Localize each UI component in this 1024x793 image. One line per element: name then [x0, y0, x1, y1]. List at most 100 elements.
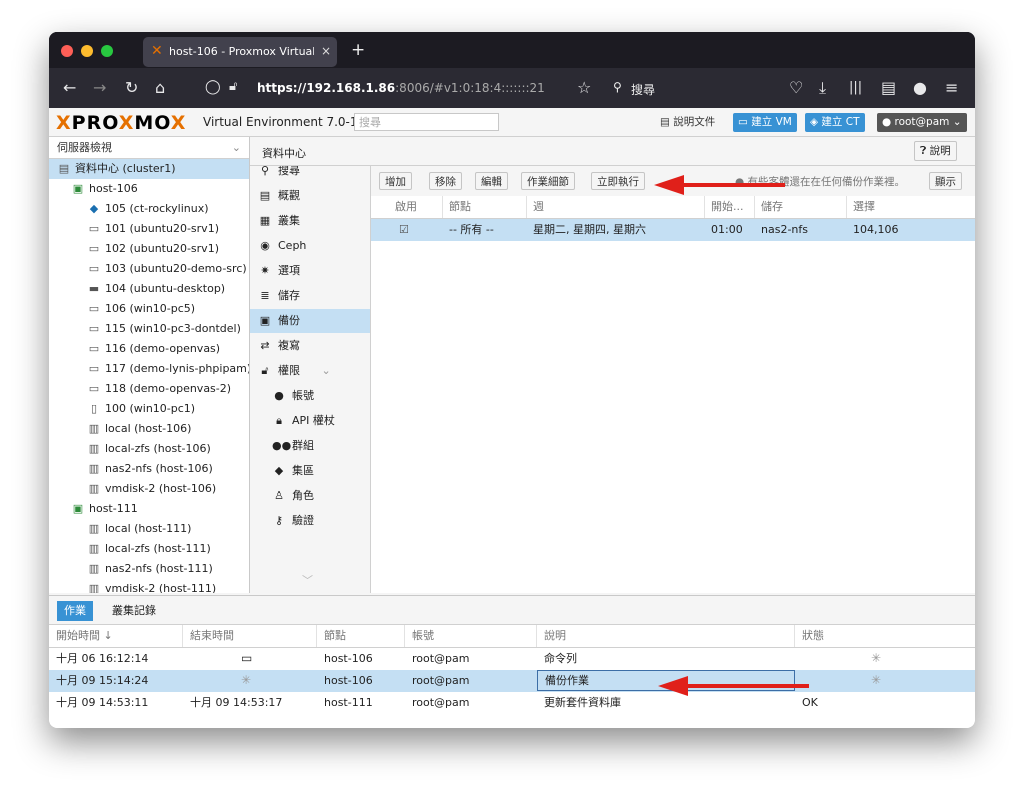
- tree-item[interactable]: ▭ 118 (demo-openvas-2): [49, 379, 249, 399]
- tree-item[interactable]: ▭ 115 (win10-pc3-dontdel): [49, 319, 249, 339]
- remove-button[interactable]: 移除: [429, 172, 462, 190]
- shield-icon[interactable]: ◯: [205, 79, 221, 95]
- row-selection: 104,106: [853, 223, 899, 236]
- col-node[interactable]: 節點: [443, 196, 527, 218]
- table-row[interactable]: ☑ -- 所有 -- 星期二, 星期四, 星期六 01:00 nas2-nfs …: [371, 219, 975, 241]
- bookmark-star-icon[interactable]: ☆: [577, 78, 591, 97]
- enabled-checkbox[interactable]: ☑: [393, 219, 409, 241]
- back-icon[interactable]: ←: [63, 78, 76, 97]
- nav-item[interactable]: 🔓︎ 權限 ⌄: [250, 359, 370, 383]
- tree-item[interactable]: ▣ host-106: [49, 179, 249, 199]
- account-icon[interactable]: ●: [913, 78, 927, 97]
- user-menu-button[interactable]: ● root@pam ⌄: [877, 113, 967, 132]
- run-now-button[interactable]: 立即執行: [591, 172, 645, 190]
- col-status[interactable]: 狀態: [795, 625, 975, 647]
- col-user[interactable]: 帳號: [405, 625, 537, 647]
- task-row[interactable]: 十月 09 15:14:24 ✳ host-106 root@pam 備份作業 ✳: [49, 670, 975, 692]
- col-enabled[interactable]: 啟用: [371, 196, 443, 218]
- tree-item[interactable]: ▣ host-111: [49, 499, 249, 519]
- tree-item[interactable]: ▥ vmdisk-2 (host-111): [49, 579, 249, 593]
- tree-item[interactable]: ▯ 100 (win10-pc1): [49, 399, 249, 419]
- tree-item[interactable]: ▥ local (host-111): [49, 519, 249, 539]
- node-icon: ▣: [72, 502, 84, 515]
- col-selection[interactable]: 選擇: [847, 196, 975, 218]
- reload-icon[interactable]: ↻: [125, 78, 138, 97]
- nav-item[interactable]: ≣ 儲存: [250, 284, 370, 308]
- url-bar[interactable]: ◯ 🔓︎ https://192.168.1.86:8006/#v1:0:18:…: [199, 74, 589, 102]
- nav-item[interactable]: ▣ 備份: [250, 309, 370, 333]
- tree-item[interactable]: ▥ nas2-nfs (host-106): [49, 459, 249, 479]
- tree-item[interactable]: ◆ 105 (ct-rockylinux): [49, 199, 249, 219]
- browser-search-box[interactable]: ⚲ 搜尋: [605, 74, 775, 102]
- col-description[interactable]: 說明: [537, 625, 795, 647]
- chevron-down-icon[interactable]: ⌄: [318, 364, 330, 377]
- scroll-down-icon[interactable]: ﹀: [302, 572, 313, 588]
- tree-item[interactable]: ▥ nas2-nfs (host-111): [49, 559, 249, 579]
- nav-item[interactable]: ● 帳號: [250, 384, 370, 408]
- tree-item[interactable]: ▭ 106 (win10-pc5): [49, 299, 249, 319]
- tree-item[interactable]: ▥ local (host-106): [49, 419, 249, 439]
- col-node[interactable]: 節點: [317, 625, 405, 647]
- nav-item[interactable]: ✷ 選項: [250, 259, 370, 283]
- add-button[interactable]: 增加: [379, 172, 412, 190]
- spinner-icon: ✳: [871, 651, 882, 665]
- nav-item[interactable]: ◆ 集區: [250, 459, 370, 483]
- nav-item[interactable]: ▦ 叢集: [250, 209, 370, 233]
- tree-item[interactable]: ▭ 117 (demo-lynis-phpipam): [49, 359, 249, 379]
- download-icon[interactable]: ⤓: [819, 78, 826, 98]
- view-selector[interactable]: 伺服器檢視 ⌄: [49, 137, 249, 159]
- home-icon[interactable]: ⌂: [155, 78, 165, 97]
- col-storage[interactable]: 儲存: [755, 196, 847, 218]
- col-start[interactable]: 開始...: [705, 196, 755, 218]
- new-tab-button[interactable]: +: [351, 40, 365, 60]
- browser-tab[interactable]: ✕ host-106 - Proxmox Virtual Envi ×: [143, 37, 337, 67]
- tree-item-label: 資料中心 (cluster1): [75, 162, 176, 175]
- library-icon[interactable]: |||: [849, 80, 862, 95]
- help-button[interactable]: ❓︎ 說明: [914, 141, 957, 161]
- forward-icon[interactable]: →: [93, 78, 106, 97]
- tree-item[interactable]: ▬ 104 (ubuntu-desktop): [49, 279, 249, 299]
- info-icon: ●: [735, 176, 748, 188]
- tree-item[interactable]: ▭ 102 (ubuntu20-srv1): [49, 239, 249, 259]
- pocket-icon[interactable]: ♡: [789, 78, 803, 97]
- tree-item[interactable]: ▥ vmdisk-2 (host-106): [49, 479, 249, 499]
- nav-item[interactable]: ▤ 概觀: [250, 184, 370, 208]
- close-window-button[interactable]: [61, 45, 73, 57]
- create-ct-button[interactable]: ◈ 建立 CT: [805, 113, 865, 132]
- key-icon: ⚷: [274, 514, 284, 527]
- minimize-window-button[interactable]: [81, 45, 93, 57]
- tree-item[interactable]: ▤ 資料中心 (cluster1): [49, 159, 249, 179]
- tree-item[interactable]: ▭ 103 (ubuntu20-demo-src): [49, 259, 249, 279]
- tree-item[interactable]: ▭ 116 (demo-openvas): [49, 339, 249, 359]
- zoom-window-button[interactable]: [101, 45, 113, 57]
- col-schedule[interactable]: 週: [527, 196, 705, 218]
- tab-cluster-log[interactable]: 叢集記錄: [105, 601, 163, 621]
- task-row[interactable]: 十月 09 14:53:11 十月 09 14:53:17 host-111 root…: [49, 692, 975, 714]
- menu-icon[interactable]: ≡: [945, 78, 958, 97]
- tab-close-icon[interactable]: ×: [321, 44, 331, 58]
- docs-button[interactable]: ▤ 說明文件: [655, 113, 720, 132]
- nav-item[interactable]: ⇄ 複寫: [250, 334, 370, 358]
- url-text[interactable]: https://192.168.1.86:8006/#v1:0:18:4::::…: [257, 81, 545, 95]
- tree-item[interactable]: ▥ local-zfs (host-106): [49, 439, 249, 459]
- task-status: OK: [802, 696, 818, 709]
- task-row[interactable]: 十月 06 16:12:14 ▭ host-106 root@pam 命令列 ✳: [49, 648, 975, 670]
- job-detail-button[interactable]: 作業細節: [521, 172, 575, 190]
- nav-item[interactable]: ⚷ 驗證: [250, 509, 370, 533]
- col-start-time[interactable]: 開始時間 ↓: [49, 625, 183, 647]
- tree-item[interactable]: ▥ local-zfs (host-111): [49, 539, 249, 559]
- lock-insecure-icon[interactable]: 🔓︎: [229, 79, 237, 94]
- tree-item[interactable]: ▭ 101 (ubuntu20-srv1): [49, 219, 249, 239]
- nav-item[interactable]: ♙ 角色: [250, 484, 370, 508]
- edit-button[interactable]: 編輯: [475, 172, 508, 190]
- nav-item[interactable]: ◉ Ceph: [250, 234, 370, 258]
- show-button[interactable]: 顯示: [929, 172, 962, 190]
- header-search-input[interactable]: 搜尋: [354, 113, 499, 131]
- nav-item[interactable]: 🔒︎ API 權杖: [250, 409, 370, 433]
- create-vm-button[interactable]: ▭ 建立 VM: [733, 113, 797, 132]
- col-end-time[interactable]: 結束時間: [183, 625, 317, 647]
- nav-item[interactable]: ●●群組: [250, 434, 370, 458]
- task-start: 十月 09 15:14:24: [56, 674, 149, 687]
- reader-icon[interactable]: ▤: [881, 78, 896, 97]
- tab-tasks[interactable]: 作業: [57, 601, 93, 621]
